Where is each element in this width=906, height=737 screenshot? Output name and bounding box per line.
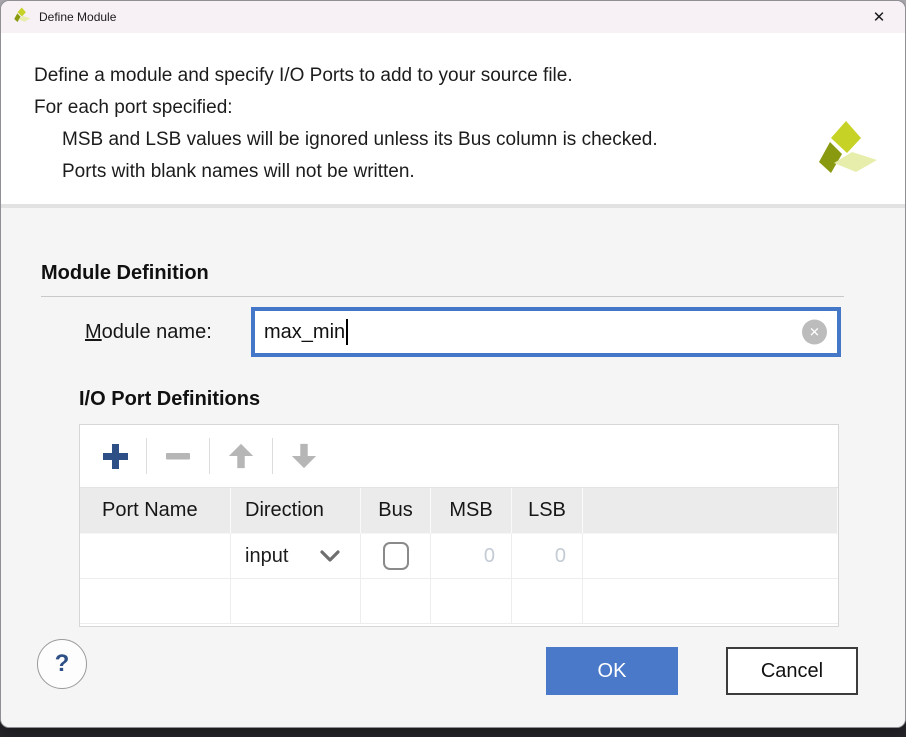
dialog-body: Module Definition Module name: max_min ✕…	[1, 212, 905, 727]
msb-cell[interactable]	[431, 579, 512, 623]
window-title: Define Module	[39, 10, 116, 24]
io-port-toolbar	[80, 425, 838, 487]
move-down-icon	[290, 442, 318, 470]
msb-cell[interactable]: 0	[431, 534, 512, 578]
module-name-label: Module name:	[85, 307, 212, 357]
define-module-dialog: Define Module ✕ Define a module and spec…	[0, 0, 906, 728]
toolbar-separator	[209, 438, 210, 474]
bus-cell[interactable]	[361, 579, 431, 623]
move-up-icon	[227, 442, 255, 470]
clear-input-button[interactable]: ✕	[802, 320, 827, 345]
module-name-input[interactable]: max_min ✕	[251, 307, 841, 357]
column-header-bus: Bus	[361, 488, 431, 533]
close-icon: ✕	[873, 8, 886, 26]
table-header-row: Port Name Direction Bus MSB LSB	[80, 487, 838, 534]
close-button[interactable]: ✕	[857, 1, 901, 33]
column-header-direction: Direction	[231, 488, 361, 533]
toolbar-separator	[272, 438, 273, 474]
title-bar[interactable]: Define Module ✕	[1, 1, 905, 33]
move-up-button[interactable]	[224, 439, 258, 473]
remove-port-button[interactable]	[161, 439, 195, 473]
add-icon	[100, 441, 130, 471]
cancel-button[interactable]: Cancel	[726, 647, 858, 695]
description-section: Define a module and specify I/O Ports to…	[1, 33, 905, 208]
port-row-1: input 0 0	[80, 534, 838, 579]
ok-button[interactable]: OK	[546, 647, 678, 695]
column-header-msb: MSB	[431, 488, 512, 533]
column-header-lsb: LSB	[512, 488, 583, 533]
column-header-spacer	[583, 488, 838, 533]
remove-icon	[163, 441, 193, 471]
description-text: Define a module and specify I/O Ports to…	[34, 60, 658, 188]
direction-value: input	[231, 545, 288, 568]
help-button[interactable]: ?	[37, 639, 87, 689]
description-line-2: For each port specified:	[34, 92, 658, 124]
add-port-button[interactable]	[98, 439, 132, 473]
toolbar-separator	[146, 438, 147, 474]
io-port-table-panel: Port Name Direction Bus MSB LSB input	[79, 424, 839, 627]
direction-cell[interactable]	[231, 579, 361, 623]
module-name-value: max_min	[264, 321, 345, 344]
description-line-1: Define a module and specify I/O Ports to…	[34, 60, 658, 92]
text-caret	[346, 319, 348, 345]
lsb-cell[interactable]: 0	[512, 534, 583, 578]
msb-value: 0	[484, 545, 495, 568]
row-spacer-cell	[583, 534, 838, 578]
port-name-cell[interactable]	[80, 534, 231, 578]
lsb-cell[interactable]	[512, 579, 583, 623]
vivado-logo-icon	[13, 7, 31, 27]
column-header-port-name: Port Name	[80, 488, 231, 533]
module-name-label-rest: odule name:	[102, 321, 212, 344]
section-divider	[41, 296, 844, 297]
chevron-down-icon	[320, 550, 340, 562]
lsb-value: 0	[555, 545, 566, 568]
direction-select[interactable]: input	[231, 534, 361, 578]
io-port-definitions-title: I/O Port Definitions	[79, 388, 260, 411]
help-icon: ?	[55, 650, 70, 678]
description-line-3: MSB and LSB values will be ignored unles…	[62, 124, 658, 156]
vivado-logo	[814, 119, 880, 191]
bus-cell	[361, 534, 431, 578]
clear-icon: ✕	[809, 324, 820, 340]
port-name-cell[interactable]	[80, 579, 231, 623]
row-spacer-cell	[583, 579, 838, 623]
move-down-button[interactable]	[287, 439, 321, 473]
module-name-label-mnemonic: M	[85, 321, 102, 344]
description-line-4: Ports with blank names will not be writt…	[62, 156, 658, 188]
bus-checkbox[interactable]	[383, 542, 409, 570]
port-row-2	[80, 579, 838, 624]
module-definition-title: Module Definition	[41, 262, 209, 285]
